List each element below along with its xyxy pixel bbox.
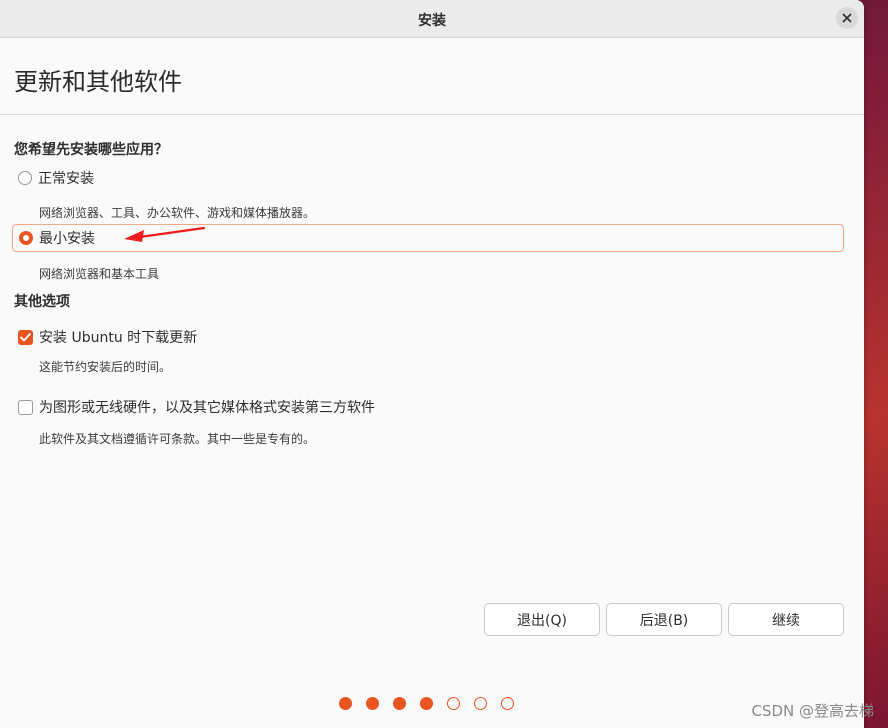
page-header: 更新和其他软件: [0, 38, 864, 115]
title-bar: 安装: [0, 0, 864, 38]
checkbox-unchecked[interactable]: [18, 399, 33, 415]
progress-dots: [339, 697, 528, 710]
checkbox-checked[interactable]: [18, 329, 33, 345]
option-description-minimal: 网络浏览器和基本工具: [39, 267, 160, 281]
progress-dot-4: [420, 697, 433, 710]
progress-dot-3: [393, 697, 406, 710]
radio-button[interactable]: [18, 171, 32, 185]
close-button[interactable]: [836, 7, 858, 29]
main-content: 您希望先安装哪些应用？ 正常安装 网络浏览器、工具、办公软件、游戏和媒体播放器。…: [0, 115, 864, 728]
radio-button-selected[interactable]: [19, 231, 33, 245]
back-button[interactable]: 后退(B): [606, 603, 722, 636]
close-icon: [842, 13, 852, 23]
progress-dot-6: [474, 697, 487, 710]
progress-dot-7: [501, 697, 514, 710]
checkbox-description-updates: 这能节约安装后的时间。: [39, 360, 172, 374]
window-title: 安装: [418, 13, 446, 29]
progress-dot-1: [339, 697, 352, 710]
install-type-question: 您希望先安装哪些应用？: [14, 142, 168, 158]
checkbox-label-third-party: 为图形或无线硬件，以及其它媒体格式安装第三方软件: [39, 400, 375, 416]
other-options-title: 其他选项: [14, 294, 70, 310]
watermark: CSDN @登高去梯: [751, 702, 874, 720]
checkmark-icon: [20, 332, 31, 341]
page-title: 更新和其他软件: [14, 68, 182, 96]
quit-button[interactable]: 退出(Q): [484, 603, 600, 636]
checkbox-third-party[interactable]: 为图形或无线硬件，以及其它媒体格式安装第三方软件: [18, 397, 375, 417]
option-description-normal: 网络浏览器、工具、办公软件、游戏和媒体播放器。: [39, 206, 316, 220]
installer-window: 安装 更新和其他软件 您希望先安装哪些应用？ 正常安装 网络浏览器、工具、办公软…: [0, 0, 864, 728]
checkbox-label-updates: 安装 Ubuntu 时下载更新: [39, 330, 198, 346]
progress-dot-2: [366, 697, 379, 710]
checkbox-description-third-party: 此软件及其文档遵循许可条款。其中一些是专有的。: [39, 432, 316, 446]
progress-dot-5: [447, 697, 460, 710]
checkbox-download-updates[interactable]: 安装 Ubuntu 时下载更新: [18, 327, 197, 347]
radio-normal-install[interactable]: 正常安装: [12, 164, 844, 192]
option-label-normal: 正常安装: [38, 171, 94, 187]
option-label-minimal: 最小安装: [39, 231, 95, 247]
continue-button[interactable]: 继续: [728, 603, 844, 636]
annotation-arrow-icon: [124, 226, 206, 242]
